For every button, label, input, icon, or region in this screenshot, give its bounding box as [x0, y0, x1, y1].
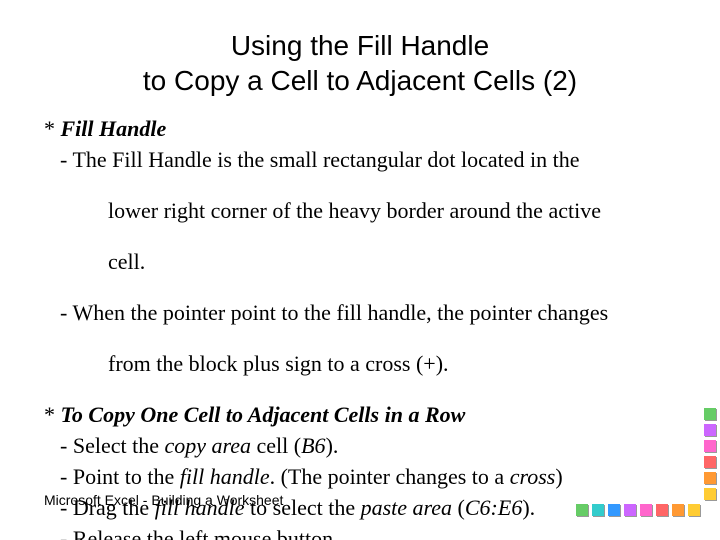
- step-1: Select the copy area cell (B6).: [44, 431, 676, 460]
- deco-square-icon: [704, 488, 716, 500]
- topic-copy-row: To Copy One Cell to Adjacent Cells in a …: [44, 400, 676, 429]
- slide: Using the Fill Handle to Copy a Cell to …: [0, 0, 720, 540]
- step-2-c: . (The pointer changes to a: [270, 464, 510, 489]
- step-1-e: ).: [326, 433, 339, 458]
- step-1-copy-area: copy area: [164, 433, 251, 458]
- decoration-vertical: [702, 406, 718, 502]
- step-3-range-ref: C6:E6: [465, 495, 522, 520]
- topic-fill-handle: Fill Handle: [44, 114, 676, 143]
- step-2-e: ): [555, 464, 562, 489]
- deco-square-icon: [704, 424, 716, 436]
- pointer-desc-line2: from the block plus sign to a cross (+).: [44, 349, 676, 378]
- title-line-2: to Copy a Cell to Adjacent Cells (2): [143, 65, 577, 96]
- fill-handle-desc-line1: The Fill Handle is the small rectangular…: [44, 145, 676, 174]
- deco-square-icon: [640, 504, 652, 516]
- deco-square-icon: [704, 440, 716, 452]
- fill-handle-desc-line3: cell.: [44, 247, 676, 276]
- slide-body: Fill Handle The Fill Handle is the small…: [44, 114, 676, 540]
- slide-title: Using the Fill Handle to Copy a Cell to …: [0, 28, 720, 98]
- deco-square-icon: [704, 456, 716, 468]
- deco-square-icon: [608, 504, 620, 516]
- step-1-c: cell (: [251, 433, 301, 458]
- step-2-cross: cross: [510, 464, 556, 489]
- deco-square-icon: [592, 504, 604, 516]
- step-2-a: Point to the: [73, 464, 180, 489]
- deco-square-icon: [672, 504, 684, 516]
- topic-head-1: Fill Handle: [61, 116, 167, 141]
- deco-square-icon: [656, 504, 668, 516]
- deco-square-icon: [704, 472, 716, 484]
- title-line-1: Using the Fill Handle: [231, 30, 489, 61]
- step-2-fill-handle: fill handle: [180, 464, 270, 489]
- deco-square-icon: [576, 504, 588, 516]
- deco-square-icon: [688, 504, 700, 516]
- step-1-cell-ref: B6: [301, 433, 325, 458]
- step-4: Release the left mouse button.: [44, 524, 676, 540]
- step-3-e: (: [452, 495, 465, 520]
- step-3-paste-area: paste area: [361, 495, 452, 520]
- step-1-a: Select the: [73, 433, 165, 458]
- topic-head-2: To Copy One Cell to Adjacent Cells in a …: [61, 402, 466, 427]
- step-3-g: ).: [522, 495, 535, 520]
- deco-square-icon: [704, 408, 716, 420]
- pointer-desc-line1: When the pointer point to the fill handl…: [44, 298, 676, 327]
- fill-handle-desc-line2: lower right corner of the heavy border a…: [44, 196, 676, 225]
- slide-footer: Microsoft Excel - Building a Worksheet: [44, 492, 283, 508]
- deco-square-icon: [624, 504, 636, 516]
- step-2: Point to the fill handle. (The pointer c…: [44, 462, 676, 491]
- decoration-horizontal: [574, 502, 702, 518]
